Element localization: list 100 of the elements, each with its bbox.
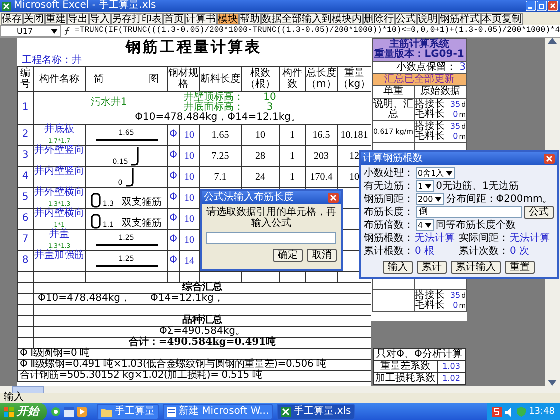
table-cell: 只对Φ、Φ分析计算 — [374, 348, 466, 360]
table-cell: 16.5 — [306, 124, 338, 146]
field-label: 钢筋根数： — [364, 232, 414, 245]
summary-item: Φ14=12.1kg， — [150, 294, 224, 304]
panel-header: 主筋计算系统 重量版本：LG09-1 — [372, 38, 467, 62]
table-cell: 10 — [180, 124, 200, 146]
row-number: 7 — [18, 230, 34, 250]
detail-label: 搭接长 — [415, 290, 445, 300]
section-title: 综合汇总 — [34, 282, 372, 294]
row-number: 1 — [18, 92, 34, 124]
table-cell: Φ — [168, 208, 180, 230]
column-header: 简 — [94, 74, 104, 84]
note-text: 双支箍筋 — [122, 219, 162, 229]
decimals-label: 小数点保留： — [396, 62, 456, 72]
table-cell: 28 — [242, 146, 280, 166]
detail-label: 毛料长 — [415, 110, 445, 120]
field-label: 布筋长度： — [364, 206, 414, 219]
column-header: 构件名称 — [34, 66, 86, 92]
detail-value: 35 — [450, 122, 461, 132]
table-cell: 170.4 — [306, 166, 338, 188]
detail-label: 搭接长 — [415, 122, 445, 132]
row-number: 5 — [18, 188, 34, 208]
total-text: 合计：=490.584kg=0.491吨 — [34, 338, 372, 348]
table-cell: 加工损耗系数 — [374, 372, 438, 384]
column-header: 断料长度 — [200, 66, 242, 92]
table-cell: 1.02 — [438, 372, 466, 384]
section-title: 品种汇总 — [34, 316, 372, 326]
field-value: 无法计算 — [510, 232, 550, 245]
column-header: 根数（根） — [242, 66, 280, 92]
table-cell: Φ — [168, 166, 180, 188]
project-name: 工程名称：井 — [22, 55, 82, 66]
status-text: 输入 — [4, 392, 24, 403]
row-number: 3 — [18, 146, 34, 166]
row-number: 6 — [18, 208, 34, 230]
detail-label: 毛料长 — [415, 132, 445, 142]
table-cell: 10 — [242, 124, 280, 146]
column-header: 钢材规格 — [168, 66, 200, 92]
table-cell: 1 — [280, 146, 306, 166]
level-value: 10 — [262, 93, 278, 103]
hint-text: 0无边筋、1无边筋 — [436, 180, 519, 193]
column-header: 总长度（m） — [306, 66, 338, 92]
table-cell: 10 — [180, 146, 200, 166]
table-cell: 7.1 — [200, 166, 242, 188]
field-label: 累计根数： — [364, 244, 414, 258]
table-cell: 1.03 — [438, 360, 466, 372]
table-cell: 1.65 — [200, 124, 242, 146]
table-cell: 1 — [280, 124, 306, 146]
sheet-title: 钢筋工程量计算表 — [124, 38, 263, 56]
clock: 13:48 — [529, 407, 555, 417]
component-name: 井盖 — [50, 230, 70, 240]
detail-value: 0 — [453, 132, 458, 142]
dialog-title: 公式法输入布筋长度 — [204, 191, 294, 204]
table-cell: 7.25 — [200, 146, 242, 166]
table-cell: Φ — [168, 146, 180, 166]
column-header: 构件数 — [280, 66, 306, 92]
table-cell: Φ — [168, 230, 180, 250]
component-name: 井外壁竖向 — [34, 146, 84, 156]
table-cell: Φ — [168, 250, 180, 272]
status-banner: 汇总已全部更新 — [372, 74, 467, 86]
level-label: 井壁顶标高： — [184, 93, 245, 103]
table-cell: Φ — [168, 188, 180, 208]
row-number: 8 — [18, 250, 34, 272]
detail-value: 35 — [450, 290, 461, 300]
table-cell: 203 — [306, 146, 338, 166]
decimals-value: 3 — [460, 62, 466, 72]
field-label: 累计次数： — [459, 244, 509, 258]
well-name: 污水井1 — [90, 98, 128, 108]
table-cell: 24 — [242, 166, 280, 188]
column-header: 单重 — [372, 86, 414, 98]
note-text: 双支箍筋 — [122, 198, 162, 208]
field-value: 0 根 — [415, 244, 435, 258]
detail-label: 毛料长 — [415, 300, 445, 310]
summary-text: ΦΣ=490.584kg。 — [34, 326, 372, 338]
component-name: 井底板 — [44, 125, 74, 135]
row-number: 4 — [18, 166, 34, 188]
weight-summary: Φ10=478.484kg，Φ14=12.1kg。 — [134, 113, 302, 123]
row-number: 2 — [18, 124, 34, 146]
hint-text: 分布间距：Φ200mm。 — [446, 193, 553, 206]
field-label: 实际间距： — [459, 232, 509, 245]
level-value: 3 — [266, 103, 274, 113]
table-cell: 10 — [180, 166, 200, 188]
table-cell: 1 — [280, 166, 306, 188]
detail-label: 搭接长 — [415, 100, 445, 110]
unit-weight: 说明、汇总 — [372, 98, 414, 120]
detail-value: 0 — [453, 300, 458, 310]
detail-value: 35 — [450, 100, 461, 110]
component-name: 井内壁横向 — [34, 209, 84, 219]
component-name: 井外壁横向 — [34, 188, 84, 198]
level-label: 井底面标高： — [184, 103, 244, 113]
window-title: Microsoft Excel - 手工算量.xls — [14, 0, 156, 12]
column-header: 编号 — [18, 66, 34, 92]
component-name: 井盖加强筋 — [34, 251, 84, 261]
field-label: 布筋倍数： — [364, 218, 414, 232]
field-label: 钢筋间距： — [364, 193, 414, 206]
table-cell: Φ — [168, 124, 180, 146]
field-value: 无法计算 — [415, 232, 455, 245]
hint-text: 同等布筋长度个数 — [436, 218, 516, 232]
column-header: 图 — [149, 74, 159, 84]
summary-item: Φ10=478.484kg， — [38, 294, 130, 304]
dialog-message: 请选取数据引用的单元格，再输入公式 — [206, 207, 337, 229]
